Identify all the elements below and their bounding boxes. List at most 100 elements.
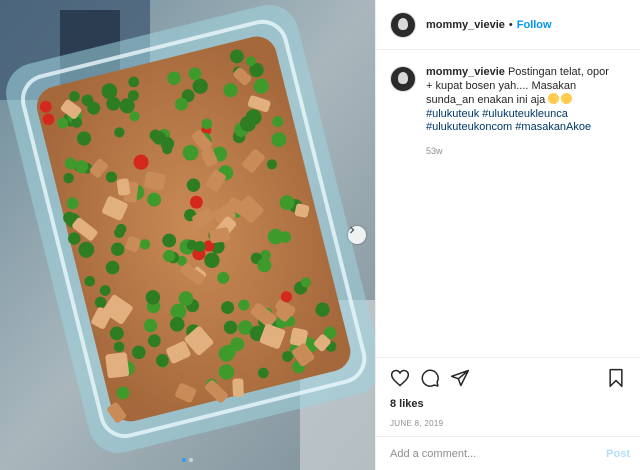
pea [101, 83, 118, 100]
hashtag-link[interactable]: #ulukuteukleunca [482, 108, 568, 120]
pea [245, 56, 256, 67]
pea [230, 49, 244, 64]
pea [76, 131, 92, 146]
caption-time[interactable]: 53w [426, 145, 616, 159]
pea [139, 239, 151, 250]
pea [63, 211, 76, 225]
hashtag-link[interactable]: #ulukuteukoncom [426, 121, 512, 133]
carousel-dot-active [182, 458, 186, 462]
save-button[interactable] [606, 368, 626, 388]
pea [145, 290, 161, 305]
pea [114, 227, 125, 239]
pea [282, 351, 293, 362]
pea [42, 113, 55, 126]
pea [257, 367, 269, 379]
pea [105, 171, 118, 183]
pea [155, 353, 169, 367]
pea [66, 197, 79, 210]
pea [218, 364, 235, 380]
post-date[interactable]: JUNE 8, 2019 [390, 419, 626, 428]
pea [163, 249, 176, 263]
smiling-face-emoji-icon [561, 93, 573, 104]
hashtag-link[interactable]: #ulukuteuk [426, 108, 479, 120]
pea [147, 334, 161, 348]
food-dish-image [0, 0, 375, 470]
pea [110, 242, 125, 256]
caption-username[interactable]: mommy_vievie [426, 66, 505, 78]
pea [175, 97, 188, 111]
pea [113, 341, 125, 353]
pea [99, 285, 111, 296]
pea [266, 159, 278, 170]
pea [69, 91, 80, 102]
tempeh-chunk [116, 178, 131, 196]
pea [116, 386, 130, 400]
pea [221, 301, 235, 315]
pea [201, 118, 213, 130]
pea [190, 195, 203, 209]
pea [75, 160, 89, 174]
tempeh-chunk [105, 352, 130, 379]
pea [271, 132, 287, 148]
pea [267, 228, 284, 245]
pea [192, 78, 208, 94]
pea [186, 178, 201, 192]
pea [230, 337, 245, 352]
pea [253, 78, 269, 94]
pea [68, 232, 81, 245]
share-button[interactable] [450, 368, 470, 388]
like-button[interactable] [390, 368, 410, 388]
comment-input[interactable] [390, 447, 607, 460]
heart-icon [390, 369, 410, 387]
pea [257, 258, 272, 273]
pea [84, 275, 96, 287]
pea [119, 98, 135, 114]
header-username[interactable]: mommy_vievie [426, 19, 505, 31]
action-bar [390, 366, 626, 390]
hashtag-link[interactable]: #masakanAkoe [515, 121, 591, 133]
pea [63, 172, 74, 184]
caption-avatar[interactable] [390, 66, 416, 92]
pea [94, 296, 107, 309]
carousel-dot [189, 458, 193, 462]
pea [170, 303, 187, 320]
pea [105, 260, 120, 275]
post-header: mommy_vievie • Follow [376, 0, 640, 50]
pea [300, 277, 311, 288]
comment-icon [421, 369, 439, 387]
pea [280, 291, 292, 303]
pea [143, 318, 158, 333]
likes-count[interactable]: 8 likes [390, 398, 626, 410]
post-sidebar: mommy_vievie • Follow mommy_vievie Posti… [375, 0, 640, 470]
pea [217, 271, 230, 284]
pea [64, 157, 77, 170]
pea [39, 100, 52, 113]
instagram-post: mommy_vievie • Follow mommy_vievie Posti… [0, 0, 640, 470]
pea [129, 111, 140, 122]
tempeh-chunk [232, 378, 244, 397]
comment-button[interactable] [420, 368, 440, 388]
pea [147, 192, 162, 207]
next-slide-button[interactable] [348, 226, 366, 244]
pea [315, 302, 330, 317]
post-photo[interactable] [0, 0, 375, 470]
pea [178, 291, 194, 306]
separator-dot: • [508, 18, 513, 31]
comment-bar: Post [376, 436, 640, 470]
post-comment-button[interactable]: Post [606, 448, 630, 460]
pea [114, 127, 125, 138]
pea [162, 233, 177, 248]
smiling-face-emoji-icon [548, 93, 560, 104]
pea [167, 71, 181, 86]
pea [223, 83, 238, 98]
chevron-right-icon [350, 226, 355, 234]
pea [194, 240, 206, 252]
pea [71, 117, 83, 128]
pea [223, 320, 238, 335]
avatar[interactable] [390, 11, 416, 38]
follow-button[interactable]: Follow [517, 19, 552, 31]
pea [204, 252, 220, 268]
pea [169, 317, 185, 332]
pea [182, 144, 199, 161]
pea [87, 101, 101, 115]
